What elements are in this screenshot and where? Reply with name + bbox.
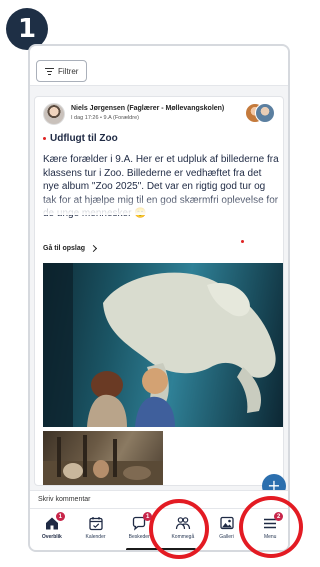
write-comment-label: Skriv kommentar	[38, 496, 91, 503]
post-photo-main[interactable]	[43, 263, 283, 427]
calendar-icon	[88, 517, 103, 531]
indicator-dot	[241, 240, 244, 243]
filter-button[interactable]: Filtrer	[36, 60, 88, 82]
highlight-circle-kommegaa	[149, 499, 209, 559]
phone-screen: Filtrer Niels Jørgensen (Faglærer - Møll…	[28, 44, 290, 552]
highlight-circle-menu	[239, 496, 303, 558]
unread-dot	[43, 137, 46, 140]
post-card[interactable]: Niels Jørgensen (Faglærer - Møllevangsko…	[34, 96, 284, 486]
filter-icon	[45, 67, 54, 75]
nav-item-kalender[interactable]: Kalender	[74, 509, 118, 550]
post-title: Udflugt til Zoo	[50, 133, 118, 144]
filter-label: Filtrer	[58, 66, 79, 76]
gallery-icon	[219, 516, 234, 530]
chevron-right-icon	[89, 244, 98, 253]
post-meta: I dag 17:26 • 9.A (Forældre)	[71, 115, 139, 121]
zoo-photo-illustration	[43, 435, 163, 485]
group-avatars	[245, 103, 277, 125]
go-to-post-link[interactable]: Gå til opslag	[43, 244, 98, 253]
go-to-post-label: Gå til opslag	[43, 245, 86, 252]
nav-item-overblik[interactable]: 1 Overblik	[30, 509, 74, 550]
nav-label: Beskeder	[128, 534, 150, 540]
nav-label: Kalender	[85, 534, 106, 540]
text-fade-overlay	[35, 195, 283, 215]
post-title-row: Udflugt til Zoo	[43, 133, 118, 144]
author-avatar	[43, 103, 65, 125]
post-photo-secondary[interactable]	[43, 431, 163, 485]
nav-label: Overblik	[41, 534, 62, 540]
post-author: Niels Jørgensen (Faglærer - Møllevangsko…	[71, 105, 225, 112]
filter-bar: Filtrer	[30, 46, 288, 86]
nav-badge: 1	[55, 512, 65, 521]
group-avatar	[255, 103, 275, 123]
nav-label: Galleri	[219, 534, 234, 540]
zoo-photo-illustration	[43, 263, 276, 427]
